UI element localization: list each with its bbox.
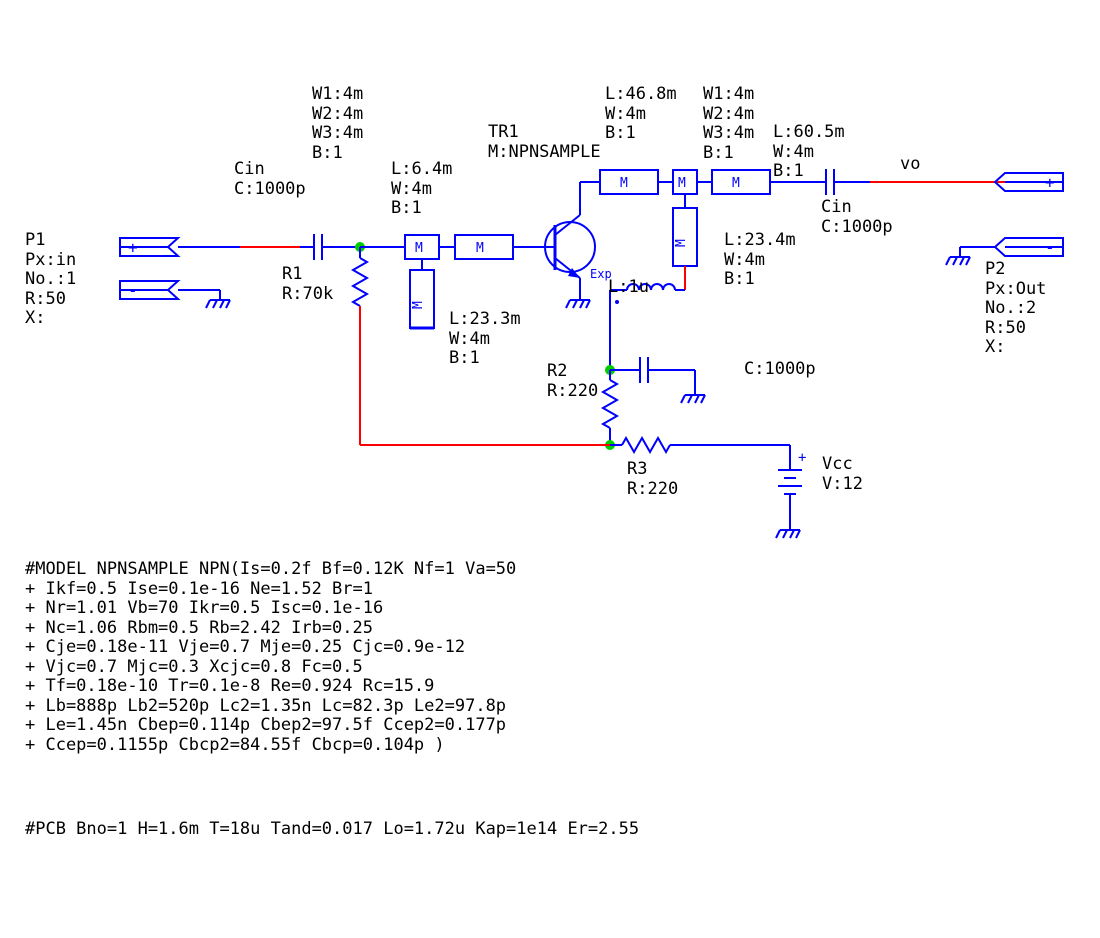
c3-label: C:1000p <box>744 360 816 380</box>
tee2-label: W1:4m W2:4m W3:4m B:1 <box>703 85 754 163</box>
vo-label: vo <box>900 155 920 175</box>
r2-label: R2 R:220 <box>547 362 598 401</box>
stub1-label: L:23.3m W:4m B:1 <box>449 310 521 369</box>
l-label: L:1u <box>608 278 649 298</box>
transistor-tr1 <box>538 195 595 308</box>
cap-cin1 <box>300 234 360 260</box>
cin1-label: Cin C:1000p <box>234 160 306 199</box>
svg-text:M: M <box>620 176 628 191</box>
svg-text:+: + <box>128 238 138 257</box>
tee1-label: W1:4m W2:4m W3:4m B:1 <box>312 85 363 163</box>
msstub1 <box>410 270 434 328</box>
port-p2-plus: + <box>995 173 1063 192</box>
svg-text:M: M <box>415 241 423 256</box>
msline-top <box>600 170 658 194</box>
resistor-r3 <box>610 438 790 452</box>
svg-text:-: - <box>128 281 138 300</box>
msline2 <box>712 170 770 194</box>
topl-label: L:46.8m W:4m B:1 <box>605 85 677 144</box>
svg-text:+: + <box>798 450 806 466</box>
pcb-text: #PCB Bno=1 H=1.6m T=18u Tand=0.017 Lo=1.… <box>25 820 639 840</box>
svg-text:M: M <box>476 241 484 256</box>
port-p1-minus: - <box>120 281 178 300</box>
svg-text:M: M <box>732 176 740 191</box>
msline1 <box>455 235 513 259</box>
line1-label: L:6.4m W:4m B:1 <box>391 160 452 219</box>
p2-label: P2 Px:Out No.:2 R:50 X: <box>985 260 1046 358</box>
svg-text:-: - <box>1045 238 1055 257</box>
r3-label: R3 R:220 <box>627 460 678 499</box>
mstee1: M <box>405 235 439 270</box>
svg-text:M: M <box>411 301 426 309</box>
p1-label: P1 Px:in No.:1 R:50 X: <box>25 231 76 329</box>
resistor-r1 <box>353 247 367 445</box>
svg-text:+: + <box>1045 173 1055 192</box>
cap-c3 <box>610 357 705 403</box>
svg-text:M: M <box>674 239 689 247</box>
tr1-label: TR1 M:NPNSAMPLE <box>488 123 601 162</box>
dc-vcc: + <box>776 445 806 538</box>
port-p2-minus: - <box>995 238 1063 257</box>
model-text: #MODEL NPNSAMPLE NPN(Is=0.2f Bf=0.12K Nf… <box>25 560 516 755</box>
vcc-label: Vcc V:12 <box>822 455 863 494</box>
msstub2 <box>673 208 697 266</box>
r1-label: R1 R:70k <box>282 265 333 304</box>
svg-text:M: M <box>678 176 686 191</box>
resistor-r2 <box>603 370 617 445</box>
line2-label: L:60.5m W:4m B:1 <box>773 123 845 182</box>
stub2-label: L:23.4m W:4m B:1 <box>724 231 796 290</box>
cin2-label: Cin C:1000p <box>821 198 893 237</box>
port-p1-plus: + <box>120 238 178 257</box>
